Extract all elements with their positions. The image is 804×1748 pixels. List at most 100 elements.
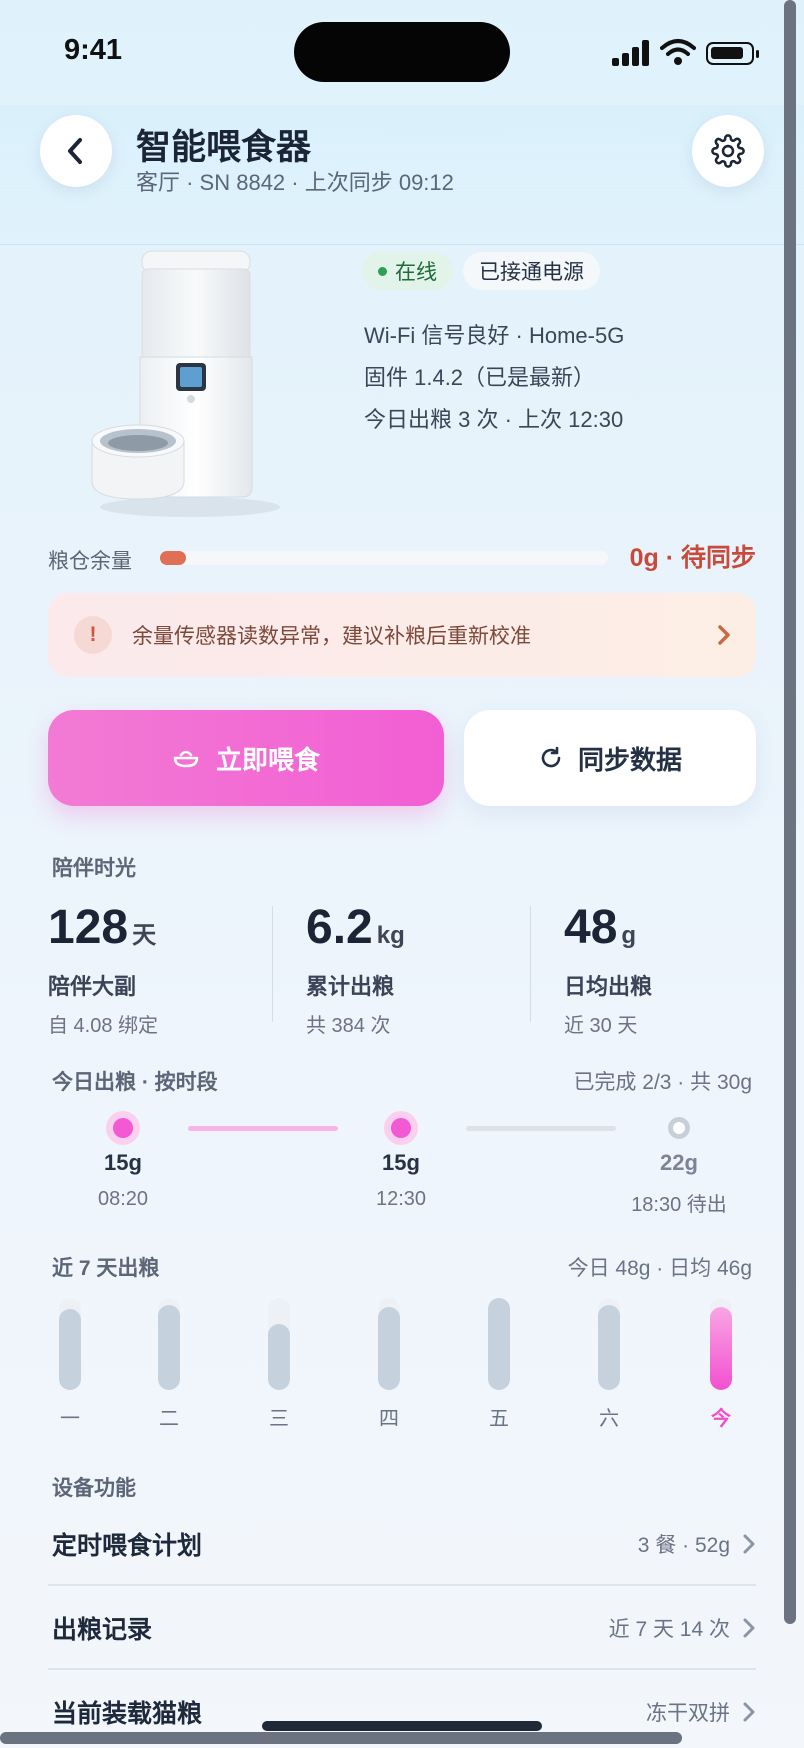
feeder-device-image (91, 250, 280, 517)
day-label: 四 (379, 1408, 399, 1430)
online-badge: 在线 (362, 252, 453, 290)
chevron-left-icon (68, 138, 82, 164)
stat-daily-avg: 48 g 日均出粮 近 30 天 (564, 900, 784, 1038)
timeline-dot-done (384, 1111, 418, 1145)
online-dot-icon (378, 266, 387, 276)
slot-time: 18:30 待出 (631, 1194, 727, 1216)
row-value: 3 餐 · 52g (637, 1534, 730, 1557)
page-subtitle: 客厅 · SN 8842 · 上次同步 09:12 (136, 170, 454, 195)
day-bar (158, 1298, 180, 1390)
status-time: 9:41 (64, 34, 123, 66)
slot-grams: 15g (382, 1150, 420, 1175)
wifi-info: Wi-Fi 信号良好 · Home-5G (364, 323, 625, 348)
week-feed-title: 近 7 天出粮 (52, 1257, 160, 1280)
today-feed-summary: 已完成 2/3 · 共 30g (573, 1071, 752, 1094)
day-bar (488, 1298, 510, 1390)
food-level-fill (160, 551, 186, 565)
stat-days-unit: 天 (132, 922, 157, 949)
day-label: 今 (711, 1408, 731, 1430)
warning-icon: ! (74, 616, 112, 654)
row-title: 定时喂食计划 (52, 1532, 203, 1560)
today-feed-title: 今日出粮 · 按时段 (52, 1071, 218, 1094)
food-level-label: 粮仓余量 (48, 550, 132, 573)
horizontal-scrollbar[interactable] (0, 1732, 682, 1744)
stat-total-food-sub: 共 384 次 (306, 1015, 391, 1037)
wifi-icon (660, 39, 696, 65)
online-label: 在线 (395, 261, 437, 284)
timeline-dot-done (106, 1111, 140, 1145)
day-bar (268, 1298, 290, 1390)
feeder-detail-screen: 9:41 智能喂食器 客厅 · SN 8842 · 上次同步 09:12 在线 … (0, 0, 804, 1748)
stat-days-label: 陪伴大副 (48, 974, 137, 999)
day-bar (710, 1298, 732, 1390)
stat-days-sub: 自 4.08 绑定 (48, 1015, 159, 1037)
power-label: 已接通电源 (479, 261, 584, 284)
stat-daily-avg-value: 48 (564, 901, 618, 954)
day-bar-fill (378, 1307, 400, 1390)
companion-section-title: 陪伴时光 (52, 857, 136, 880)
feed-now-label: 立即喂食 (215, 744, 320, 775)
page-title: 智能喂食器 (136, 128, 312, 167)
slot-time: 12:30 (375, 1188, 427, 1210)
stat-total-food-label: 累计出粮 (306, 974, 395, 999)
stat-days-value: 128 (48, 901, 129, 954)
refresh-icon (541, 746, 561, 768)
battery-icon (706, 42, 759, 65)
stat-total-food: 6.2 kg 累计出粮 共 384 次 (306, 900, 526, 1038)
food-level-bar (160, 551, 608, 565)
functions-section-title: 设备功能 (52, 1477, 136, 1500)
day-bar (59, 1298, 81, 1390)
sensor-alert-banner[interactable]: ! 余量传感器读数异常，建议补粮后重新校准 (48, 593, 756, 677)
chevron-right-icon (743, 1702, 755, 1722)
chevron-right-icon (718, 625, 730, 645)
slot-time: 08:20 (97, 1188, 149, 1210)
day-label: 三 (269, 1408, 289, 1430)
stat-daily-avg-unit: g (621, 922, 637, 949)
sync-data-button[interactable]: 同步数据 (464, 710, 756, 806)
timeline-connector-done (188, 1126, 338, 1131)
feed-now-button[interactable]: 立即喂食 (48, 710, 444, 806)
row-value: 冻干双拼 (646, 1702, 730, 1725)
chevron-right-icon (743, 1534, 755, 1554)
day-bar (598, 1298, 620, 1390)
food-level-value: 0g · 待同步 (629, 544, 756, 572)
day-bar-fill (488, 1298, 510, 1390)
power-badge: 已接通电源 (463, 252, 600, 290)
device-status-badges: 在线 已接通电源 (362, 252, 600, 290)
timeline-connector-pending (466, 1126, 616, 1131)
status-bar: 9:41 (0, 0, 804, 105)
day-label: 二 (159, 1408, 179, 1430)
vertical-scrollbar[interactable] (784, 0, 796, 1624)
slot-grams: 15g (104, 1150, 142, 1175)
signal-icon (612, 40, 652, 66)
row-value: 近 7 天 14 次 (608, 1618, 730, 1641)
slot-grams: 22g (660, 1150, 698, 1175)
alert-text: 余量传感器读数异常，建议补粮后重新校准 (132, 625, 531, 648)
day-label: 五 (489, 1408, 509, 1430)
timeline-dot-pending (662, 1111, 696, 1145)
day-bar-fill (59, 1309, 81, 1390)
day-label: 六 (599, 1408, 619, 1430)
top-header: 智能喂食器 客厅 · SN 8842 · 上次同步 09:12 (0, 105, 804, 245)
feed-history-row[interactable]: 出粮记录 近 7 天 14 次 (48, 1586, 756, 1670)
stat-total-food-unit: kg (376, 922, 405, 949)
day-bar-fill (158, 1305, 180, 1390)
home-indicator[interactable] (262, 1721, 542, 1731)
back-button[interactable] (40, 115, 112, 187)
stat-divider (530, 906, 531, 1022)
stat-daily-avg-sub: 近 30 天 (564, 1015, 638, 1037)
stat-divider (272, 906, 273, 1022)
day-bar-fill (710, 1307, 732, 1390)
day-label: 一 (60, 1408, 80, 1430)
day-bar (378, 1298, 400, 1390)
stat-days: 128 天 陪伴大副 自 4.08 绑定 (48, 900, 268, 1038)
bowl-icon (173, 750, 199, 768)
schedule-plan-row[interactable]: 定时喂食计划 3 餐 · 52g (48, 1502, 756, 1586)
stat-daily-avg-label: 日均出粮 (564, 974, 653, 999)
firmware-info: 固件 1.4.2（已是最新） (364, 365, 596, 390)
dynamic-island (294, 22, 510, 82)
sync-data-label: 同步数据 (577, 744, 682, 775)
settings-button[interactable] (692, 115, 764, 187)
gear-icon (711, 134, 745, 168)
day-bar-fill (268, 1324, 290, 1390)
